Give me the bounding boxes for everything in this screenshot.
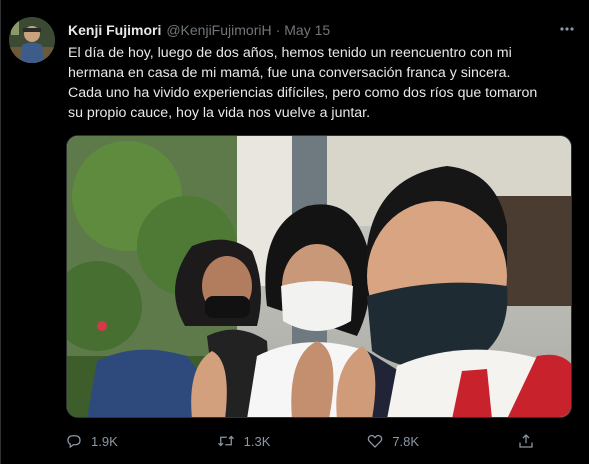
reply-button[interactable]: 1.9K — [65, 432, 175, 450]
more-options-button[interactable] — [555, 18, 579, 40]
display-name[interactable]: Kenji Fujimori — [68, 22, 161, 38]
like-button[interactable]: 7.8K — [366, 432, 476, 450]
share-icon — [519, 434, 533, 448]
tweet-header: Kenji Fujimori @KenjiFujimoriH · May 15 — [68, 20, 569, 40]
heart-icon — [368, 434, 383, 448]
retweet-button[interactable]: 1.3K — [216, 432, 326, 450]
reply-count: 1.9K — [91, 433, 118, 449]
avatar-photo — [9, 17, 55, 63]
tweet-actions: 1.9K 1.3K 7.8K — [65, 430, 535, 452]
reply-icon — [67, 435, 81, 449]
user-handle[interactable]: @KenjiFujimoriH — [166, 22, 271, 38]
avatar[interactable] — [9, 17, 55, 63]
tweet-text: El día de hoy, luego de dos años, hemos … — [68, 45, 538, 121]
tweet-card[interactable]: Kenji Fujimori @KenjiFujimoriH · May 15 … — [0, 0, 589, 464]
retweet-count: 1.3K — [243, 433, 271, 449]
tweet-photo[interactable] — [66, 135, 572, 418]
header-separator: · — [275, 22, 281, 38]
photo-image — [67, 136, 571, 417]
share-button[interactable] — [517, 432, 535, 450]
like-count: 7.8K — [392, 433, 420, 449]
more-icon — [560, 27, 574, 31]
tweet-date[interactable]: May 15 — [284, 22, 330, 38]
retweet-icon — [217, 435, 234, 447]
